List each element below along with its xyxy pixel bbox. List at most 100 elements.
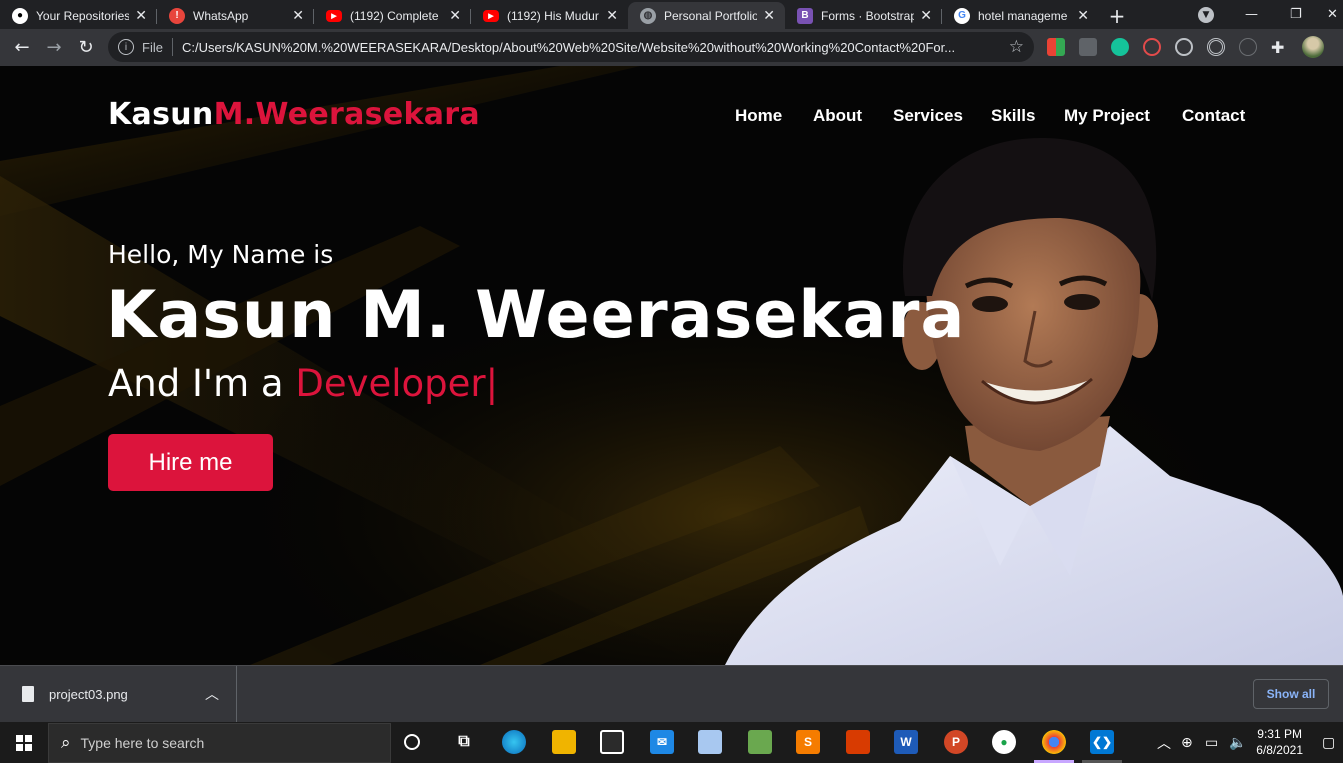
mail-icon[interactable]: ✉ <box>650 730 674 754</box>
close-tab-icon[interactable]: ✕ <box>763 7 775 24</box>
clock-date: 6/8/2021 <box>1256 743 1303 757</box>
file-icon <box>22 686 34 702</box>
tab-whatsapp[interactable]: ! WhatsApp ✕ <box>157 2 314 29</box>
sublime-icon[interactable]: S <box>796 730 820 754</box>
extensions-puzzle-icon[interactable]: ✚ <box>1271 38 1289 57</box>
grammarly-icon[interactable] <box>1111 38 1129 56</box>
typing-cursor: | <box>485 362 499 405</box>
tab-title: (1192) Complete <box>350 8 439 23</box>
tab-search-icon[interactable]: ▼ <box>1198 0 1214 29</box>
extension-icon[interactable] <box>1207 38 1225 56</box>
tab-your-repositories[interactable]: ● Your Repositories ✕ <box>0 2 157 29</box>
word-icon[interactable]: W <box>894 730 918 754</box>
youtube-icon: ▶ <box>326 9 342 22</box>
portfolio-page: KasunM.Weerasekara Home About Services S… <box>0 66 1343 665</box>
extension-icon[interactable] <box>1079 38 1097 56</box>
react-devtools-icon[interactable] <box>1175 38 1193 56</box>
site-logo[interactable]: KasunM.Weerasekara <box>108 97 480 132</box>
tab-title: WhatsApp <box>193 8 249 23</box>
network-icon[interactable]: ⊕ <box>1181 722 1193 763</box>
role-line: And I'm a Developer| <box>108 362 498 405</box>
tab-title: Your Repositories <box>36 8 130 23</box>
tab-google-hotel[interactable]: G hotel manageme ✕ <box>942 2 1099 29</box>
notifications-icon[interactable]: ▢ <box>1322 722 1335 763</box>
google-icon: G <box>954 7 970 24</box>
extension-icon[interactable] <box>1047 38 1065 56</box>
tool-icon[interactable] <box>748 730 772 754</box>
office-icon[interactable] <box>846 730 870 754</box>
hire-me-button[interactable]: Hire me <box>108 434 273 491</box>
task-view-icon[interactable]: ⧉ <box>452 730 476 754</box>
nav-skills[interactable]: Skills <box>991 106 1035 126</box>
logo-surname: M.Weerasekara <box>213 97 480 132</box>
new-tab-button[interactable]: + <box>1099 2 1135 29</box>
vscode-icon[interactable]: ❮❯ <box>1090 730 1114 754</box>
tab-bootstrap-forms[interactable]: B Forms · Bootstrap ✕ <box>785 2 942 29</box>
close-tab-icon[interactable]: ✕ <box>606 7 618 24</box>
powerpoint-icon[interactable]: P <box>944 730 968 754</box>
tab-title: hotel manageme <box>978 8 1068 23</box>
show-all-button[interactable]: Show all <box>1253 679 1329 709</box>
cortana-icon[interactable] <box>404 734 420 750</box>
store-icon[interactable] <box>600 730 624 754</box>
volume-icon[interactable]: 🔈 <box>1229 722 1246 763</box>
download-filename: project03.png <box>49 687 128 702</box>
show-hidden-icons[interactable]: ︿ <box>1157 722 1171 763</box>
whatsapp-icon: ! <box>169 7 185 24</box>
main-nav: Home <box>735 106 782 126</box>
download-item[interactable]: project03.png ︿ <box>0 666 237 722</box>
close-tab-icon[interactable]: ✕ <box>1077 7 1089 24</box>
url-text[interactable]: C:/Users/KASUN%20M.%20WEERASEKARA/Deskto… <box>182 40 997 55</box>
tab-personal-portfolio[interactable]: ◍ Personal Portfolio ✕ <box>628 2 785 29</box>
profile-photo <box>725 137 1343 665</box>
logo-first-name: Kasun <box>108 97 214 132</box>
tab-strip: ● Your Repositories ✕ ! WhatsApp ✕ ▶ (11… <box>0 0 1343 29</box>
chevron-up-icon[interactable]: ︿ <box>205 684 219 704</box>
virtualbox-icon[interactable] <box>698 730 722 754</box>
close-tab-icon[interactable]: ✕ <box>292 7 304 24</box>
taskbar-search-input[interactable]: ⌕ Type here to search <box>48 723 391 763</box>
extension-icon[interactable] <box>1239 38 1257 56</box>
greeting-text: Hello, My Name is <box>108 240 334 269</box>
restore-icon[interactable]: ❐ <box>1290 0 1302 29</box>
info-icon[interactable]: i <box>118 39 134 55</box>
mongodb-icon[interactable]: ● <box>992 730 1016 754</box>
edge-icon[interactable] <box>502 730 526 754</box>
bookmark-star-icon[interactable]: ☆ <box>1009 37 1024 57</box>
nav-services[interactable]: Services <box>893 106 963 126</box>
close-tab-icon[interactable]: ✕ <box>449 7 461 24</box>
clock-time: 9:31 PM <box>1257 727 1302 741</box>
search-icon: ⌕ <box>61 733 71 752</box>
tab-youtube-complete[interactable]: ▶ (1192) Complete ✕ <box>314 2 471 29</box>
browser-toolbar: ← → ↻ i File C:/Users/KASUN%20M.%20WEERA… <box>0 29 1343 66</box>
nav-my-project[interactable]: My Project <box>1064 106 1150 126</box>
address-bar[interactable]: i File C:/Users/KASUN%20M.%20WEERASEKARA… <box>108 32 1034 62</box>
youtube-icon: ▶ <box>483 9 499 22</box>
reload-icon[interactable]: ↻ <box>70 32 102 64</box>
hero-name: Kasun M. Weerasekara <box>106 278 966 353</box>
globe-icon: ◍ <box>640 7 656 24</box>
close-tab-icon[interactable]: ✕ <box>135 7 147 24</box>
tab-title: Forms · Bootstrap <box>821 8 915 23</box>
nav-about[interactable]: About <box>813 106 862 126</box>
minimize-icon[interactable]: — <box>1245 0 1258 29</box>
role-typed: Developer <box>295 362 486 405</box>
nav-home[interactable]: Home <box>735 106 782 126</box>
file-explorer-icon[interactable] <box>552 730 576 754</box>
windows-taskbar: ⌕ Type here to search ⧉ ✉ S W P ● ❮❯ ︿ ⊕… <box>0 722 1343 763</box>
tab-youtube-his-mudur[interactable]: ▶ (1192) His Mudur ✕ <box>471 2 628 29</box>
windows-start-icon[interactable] <box>0 722 48 763</box>
download-bar: project03.png ︿ Show all <box>0 665 1343 722</box>
back-icon[interactable]: ← <box>6 32 38 64</box>
profile-avatar[interactable] <box>1302 36 1324 58</box>
close-window-icon[interactable]: ✕ <box>1327 0 1338 29</box>
close-tab-icon[interactable]: ✕ <box>920 7 932 24</box>
chrome-icon[interactable] <box>1042 730 1066 754</box>
taskbar-clock[interactable]: 9:31 PM 6/8/2021 <box>1256 726 1303 758</box>
tab-title: Personal Portfolio <box>664 8 758 23</box>
github-icon: ● <box>12 7 28 24</box>
forward-icon[interactable]: → <box>38 32 70 64</box>
battery-icon[interactable]: ▭ <box>1205 722 1218 763</box>
nav-contact[interactable]: Contact <box>1182 106 1245 126</box>
extension-icon[interactable] <box>1143 38 1161 56</box>
